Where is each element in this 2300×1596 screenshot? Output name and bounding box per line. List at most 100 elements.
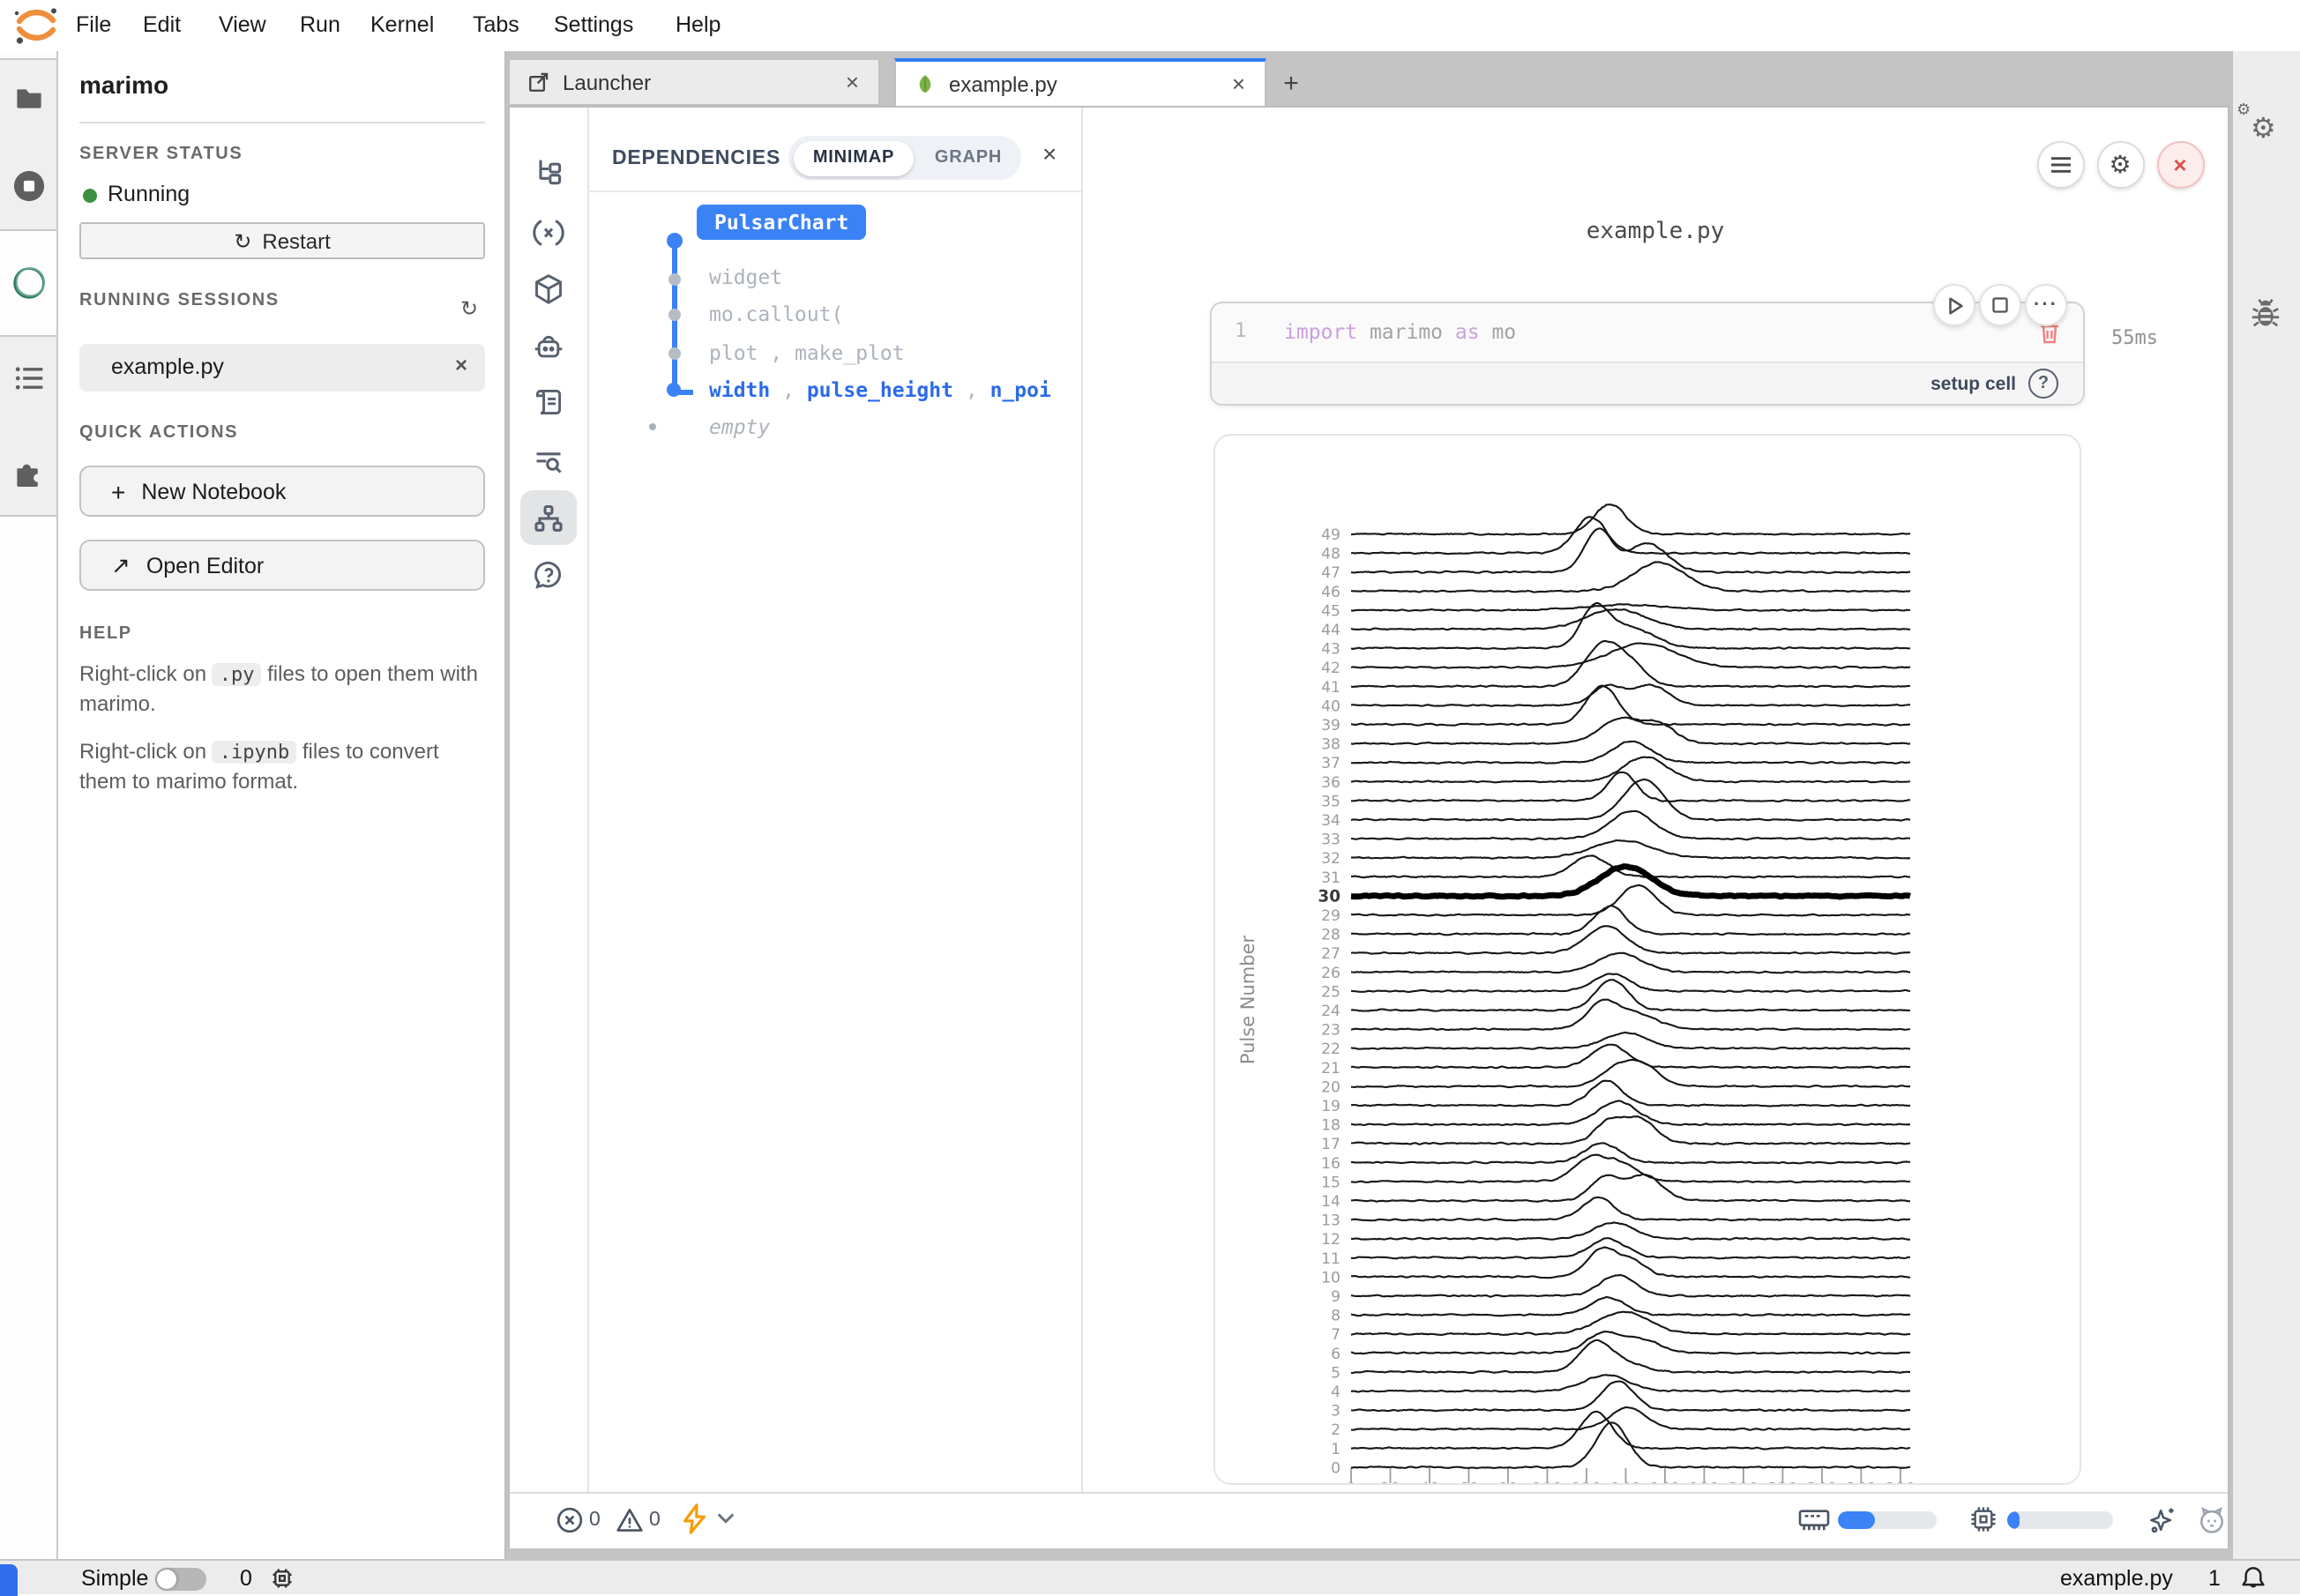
setup-help-icon[interactable]: ? [2028,369,2058,399]
notification-corner [0,1564,18,1596]
svg-text:12: 12 [1321,1231,1340,1249]
chart-output: 020406080100120140160180200220240260280P… [1213,434,2081,1485]
svg-text:11: 11 [1321,1250,1340,1268]
help-text: Right-click on [79,739,213,764]
dependency-node[interactable]: width , pulse_height , n_poi [709,377,1051,402]
bell-icon[interactable] [2240,1564,2266,1592]
dependency-node[interactable]: PulsarChart [697,204,866,239]
svg-text:220: 220 [1767,1480,1797,1483]
svg-text:32: 32 [1321,850,1340,868]
menu-help[interactable]: Help [676,0,721,51]
dependency-node[interactable]: mo.callout( [709,302,843,326]
tab-launcher[interactable]: Launcher × [508,58,880,106]
svg-text:35: 35 [1321,793,1340,810]
svg-text:160: 160 [1650,1480,1680,1483]
shutdown-button[interactable]: × [2156,140,2204,188]
chevron-down-icon[interactable] [716,1511,736,1525]
svg-text:46: 46 [1321,584,1340,601]
svg-text:1: 1 [1331,1441,1340,1458]
marimo-assistant-icon[interactable] [2196,1504,2228,1536]
files-icon[interactable] [14,81,44,111]
svg-text:3: 3 [1331,1403,1340,1421]
close-tab-icon[interactable]: × [846,69,859,95]
server-status-heading: SERVER STATUS [79,145,243,164]
extensions-icon[interactable] [12,455,44,487]
menu-settings[interactable]: Settings [554,0,633,51]
dependency-node-label: PulsarChart [714,209,848,234]
dependency-node-label: empty [709,414,770,439]
property-inspector-gears-icon[interactable]: ⚙ [2251,111,2276,146]
svg-text:8: 8 [1331,1308,1340,1325]
notebook-menu-button[interactable] [2036,140,2084,188]
dependency-node[interactable]: widget [709,265,782,289]
ai-sparkle-icon[interactable] [2147,1504,2178,1536]
svg-text:49: 49 [1321,526,1340,544]
menu-kernel[interactable]: Kernel [370,0,434,51]
svg-text:60: 60 [1459,1480,1479,1483]
tab-label: example.py [949,71,1057,96]
menu-edit[interactable]: Edit [143,0,181,51]
svg-text:27: 27 [1321,945,1340,963]
session-item[interactable]: example.py × [79,344,485,392]
svg-text:0: 0 [1346,1480,1355,1483]
dependency-node-label: plot [709,340,758,365]
dependency-node-label: widget [709,265,782,289]
dependency-node[interactable]: plot , make_plot [709,340,905,365]
memory-meter [1838,1511,1937,1529]
cell-more-button[interactable]: ··· [2025,284,2067,326]
svg-text:45: 45 [1321,602,1340,620]
right-sidebar: ⚙ ⚙ [2231,51,2300,1559]
svg-text:24: 24 [1321,1003,1340,1020]
svg-text:240: 240 [1807,1480,1837,1483]
new-notebook-button[interactable]: + New Notebook [79,466,485,517]
restart-icon: ↻ [234,228,251,253]
svg-text:30: 30 [1318,887,1340,906]
dependency-node-label: width [709,377,770,402]
plus-icon: + [111,477,125,505]
restart-button[interactable]: ↻ Restart [79,222,485,259]
notebook-settings-button[interactable]: ⚙ [2096,140,2144,188]
marimo-logo-icon [12,5,60,46]
simple-mode-label: Simple [81,1566,148,1591]
run-cell-button[interactable] [1933,284,1975,326]
svg-text:15: 15 [1321,1174,1340,1191]
run-mode-lightning-icon[interactable] [679,1503,709,1536]
open-editor-button[interactable]: ↗ Open Editor [79,540,485,591]
marimo-ring-icon[interactable] [11,265,48,302]
close-tab-icon[interactable]: × [1232,71,1245,97]
pulsar-ridgeline-chart: 020406080100120140160180200220240260280P… [1215,436,2080,1483]
menu-run[interactable]: Run [300,0,340,51]
refresh-sessions-icon[interactable]: ↻ [460,296,478,321]
svg-text:16: 16 [1321,1155,1340,1173]
svg-text:200: 200 [1729,1480,1759,1483]
menu-file[interactable]: File [76,0,111,51]
file-ext-chip: .py [213,663,262,686]
svg-text:38: 38 [1321,736,1340,754]
close-session-icon[interactable]: × [455,353,467,377]
cell-runtime: 55ms [2111,326,2158,349]
new-tab-button[interactable]: + [1273,65,1309,101]
simple-mode-toggle[interactable] [155,1568,206,1591]
svg-text:40: 40 [1321,697,1340,715]
svg-text:31: 31 [1321,869,1340,887]
svg-text:44: 44 [1321,622,1340,639]
server-status-value: Running [108,182,190,206]
dependency-node-label: make_plot [795,340,905,365]
svg-text:14: 14 [1321,1193,1340,1211]
dependency-node[interactable]: empty [709,414,770,439]
debugger-bug-icon[interactable] [2249,296,2282,330]
svg-text:100: 100 [1532,1480,1562,1483]
warnings-icon[interactable] [616,1506,644,1534]
menu-view[interactable]: View [219,0,266,51]
errors-icon[interactable] [556,1506,584,1534]
activity-bar [0,51,58,1559]
kernel-chip-icon[interactable] [270,1565,295,1590]
code-line[interactable]: import marimo as mo [1284,319,1516,344]
running-kernels-icon[interactable] [12,169,46,203]
tab-example-py[interactable]: example.py × [894,58,1266,106]
stop-cell-button[interactable] [1979,284,2021,326]
menu-tabs[interactable]: Tabs [473,0,519,51]
terminal-count: 0 [240,1566,252,1591]
table-of-contents-icon[interactable] [14,363,44,393]
svg-text:0: 0 [1331,1459,1340,1477]
